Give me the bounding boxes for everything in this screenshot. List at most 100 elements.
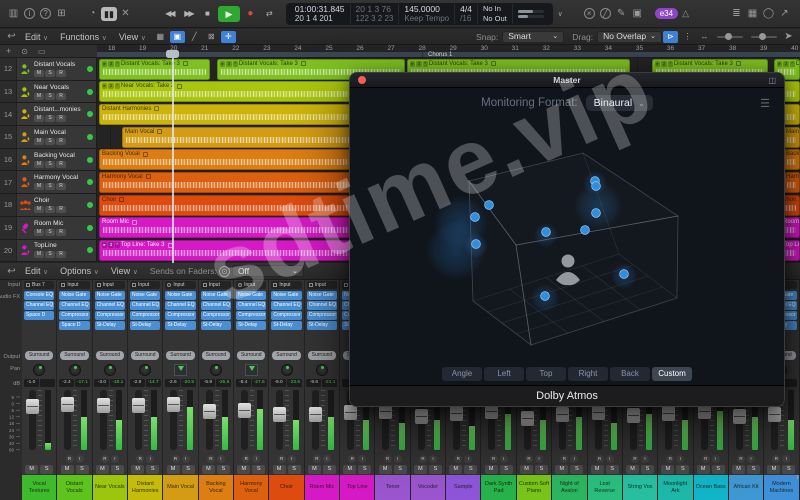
output-slot[interactable]: Surround [237,351,266,360]
mute-button[interactable]: M [95,465,109,474]
lcd-chevron-icon[interactable]: ∨ [553,10,568,18]
input-monitor-button[interactable]: I [393,455,402,463]
count-in-icon[interactable]: × [583,8,595,19]
solo-button[interactable]: S [782,465,796,474]
take-number[interactable]: 2 [661,60,667,67]
channel-name-label[interactable]: Dark Synth Pad [481,475,516,500]
take-play-icon[interactable]: ▸ [102,60,108,67]
channel-name-label[interactable]: Custom Soft Piano [516,475,552,500]
drag-dropdown[interactable]: No Overlap ⌄ [597,30,662,43]
browsers-icon[interactable]: ↗ [777,8,792,19]
record-enable-button[interactable]: R [136,455,145,463]
record-button[interactable]: R [56,160,66,168]
take-number[interactable]: 2 [783,60,789,67]
input-monitor-button[interactable]: I [216,455,225,463]
fader-cap[interactable] [96,397,110,413]
menu-view[interactable]: View ∨ [119,32,146,42]
lane-display-icon[interactable]: ▭ [38,47,46,56]
solo-button[interactable]: S [393,465,407,474]
fader-cap[interactable] [732,409,746,425]
record-enable-button[interactable]: R [454,455,463,463]
cycle-button[interactable]: ⇄ [261,6,278,22]
fader-cap[interactable] [768,406,782,422]
fx-plugin-button[interactable]: St-Delay [200,321,232,330]
fx-plugin-button[interactable]: Compressor [94,311,126,320]
view-button-right[interactable]: Right [568,367,608,381]
channel-name-label[interactable]: String Vox [622,475,658,500]
take-number[interactable]: 2 [108,83,114,90]
record-button[interactable]: R [56,183,66,191]
audio-object-dot[interactable] [541,227,551,237]
channel-name-label[interactable]: African Kit [728,475,764,500]
solo-button[interactable]: S [641,465,655,474]
mute-button[interactable]: M [449,465,463,474]
fx-plugin-button[interactable]: St-Delay [271,321,302,330]
input-slot[interactable]: Input [94,281,126,289]
share-icon[interactable]: △ [678,8,693,19]
fx-plugin-button[interactable]: Noise Gate [130,291,161,300]
hzoom-slider[interactable] [751,33,777,40]
fx-plugin-button[interactable]: Channel EQ [94,301,126,310]
track-header[interactable]: 19 Room Mic M S R [0,216,97,239]
fx-plugin-button[interactable]: Noise Gate [200,291,232,300]
tool-menu-icon[interactable]: ✕ [118,8,133,19]
track-name[interactable]: TopLine [34,242,86,250]
mute-button[interactable]: M [34,160,44,168]
input-slot[interactable]: Input [59,281,90,289]
solo-button[interactable]: S [146,465,160,474]
mute-button[interactable]: M [34,92,44,100]
solo-button[interactable]: S [45,92,55,100]
lcd-display[interactable]: 01:00:31.845 20 1 4 201 20 1 3 76 122 3 … [285,2,553,25]
record-enable-button[interactable]: R [65,455,74,463]
solo-button[interactable]: S [534,465,548,474]
fx-plugin-button[interactable]: St-Delay [165,321,196,330]
channel-name-label[interactable]: Vocoder [410,475,446,500]
channel-name-label[interactable]: Night of Avalon [552,475,587,500]
fader-cap[interactable] [273,406,287,422]
fader-area[interactable] [199,388,233,454]
input-monitor-button[interactable]: I [146,455,155,463]
track-name[interactable]: Room Mic [34,220,86,228]
metronome-icon[interactable]: ╱ [599,8,611,19]
fx-plugin-button[interactable]: Compressor [130,311,161,320]
input-slot[interactable]: Bus 7 [24,281,55,289]
add-track-button[interactable]: + [6,46,11,56]
record-enable-button[interactable]: R [560,455,569,463]
channel-name-label[interactable]: Backing Vocal [198,475,234,500]
fx-plugin-button[interactable]: Channel EQ [24,301,55,310]
input-monitor-button[interactable]: I [110,455,119,463]
volume-db-value[interactable]: -2.9 [129,379,145,387]
take-play-icon[interactable]: ▸ [655,60,661,67]
mute-button[interactable]: M [413,465,427,474]
fx-plugin-button[interactable]: Channel EQ [59,301,90,310]
fx-plugin-button[interactable]: Channel EQ [165,301,196,310]
region[interactable]: Harmony Vocal [783,171,800,193]
snap-dropdown[interactable]: Smart ⌄ [502,30,565,43]
mute-button[interactable]: M [343,465,357,474]
audio-object-dot[interactable] [471,239,481,249]
track-name[interactable]: Backing Vocal [34,152,86,160]
input-monitor-button[interactable]: I [605,455,614,463]
output-slot[interactable]: Surround [95,351,125,360]
mute-button[interactable]: M [626,465,640,474]
dolby-atmos-plugin-window[interactable]: Master ◫ Monitoring Format: Binaural ⌄ ☰ … [349,72,785,407]
channel-strip[interactable]: Input Noise GateChannel EQCompressorSt-De… [92,280,129,500]
grid-icon[interactable]: ▦ [153,31,168,43]
fader-area[interactable] [93,388,127,454]
fader-cap[interactable] [61,397,75,413]
channel-name-label[interactable]: Sample [446,475,481,500]
fx-plugin-button[interactable]: Compressor [59,311,90,320]
record-button[interactable]: R [56,205,66,213]
input-monitor-button[interactable]: I [711,455,720,463]
bar-ruler[interactable]: 18 19 20 21 22 23 24 25 26 27 28 29 30 31 32 33 34 35 36 37… [97,45,800,58]
record-button[interactable]: R [56,92,66,100]
collab-badge[interactable]: e34 [654,8,679,19]
automation-icon[interactable]: ╱ [187,31,202,43]
flex-icon[interactable]: ⊠ [204,31,219,43]
input-slot[interactable]: Input [236,281,267,289]
record-button[interactable]: R [56,137,66,145]
fx-plugin-button[interactable]: St-Delay [236,321,267,330]
record-button[interactable]: R [56,115,66,123]
fx-plugin-button[interactable]: Noise Gate [306,291,338,300]
mute-button[interactable]: M [25,465,39,474]
